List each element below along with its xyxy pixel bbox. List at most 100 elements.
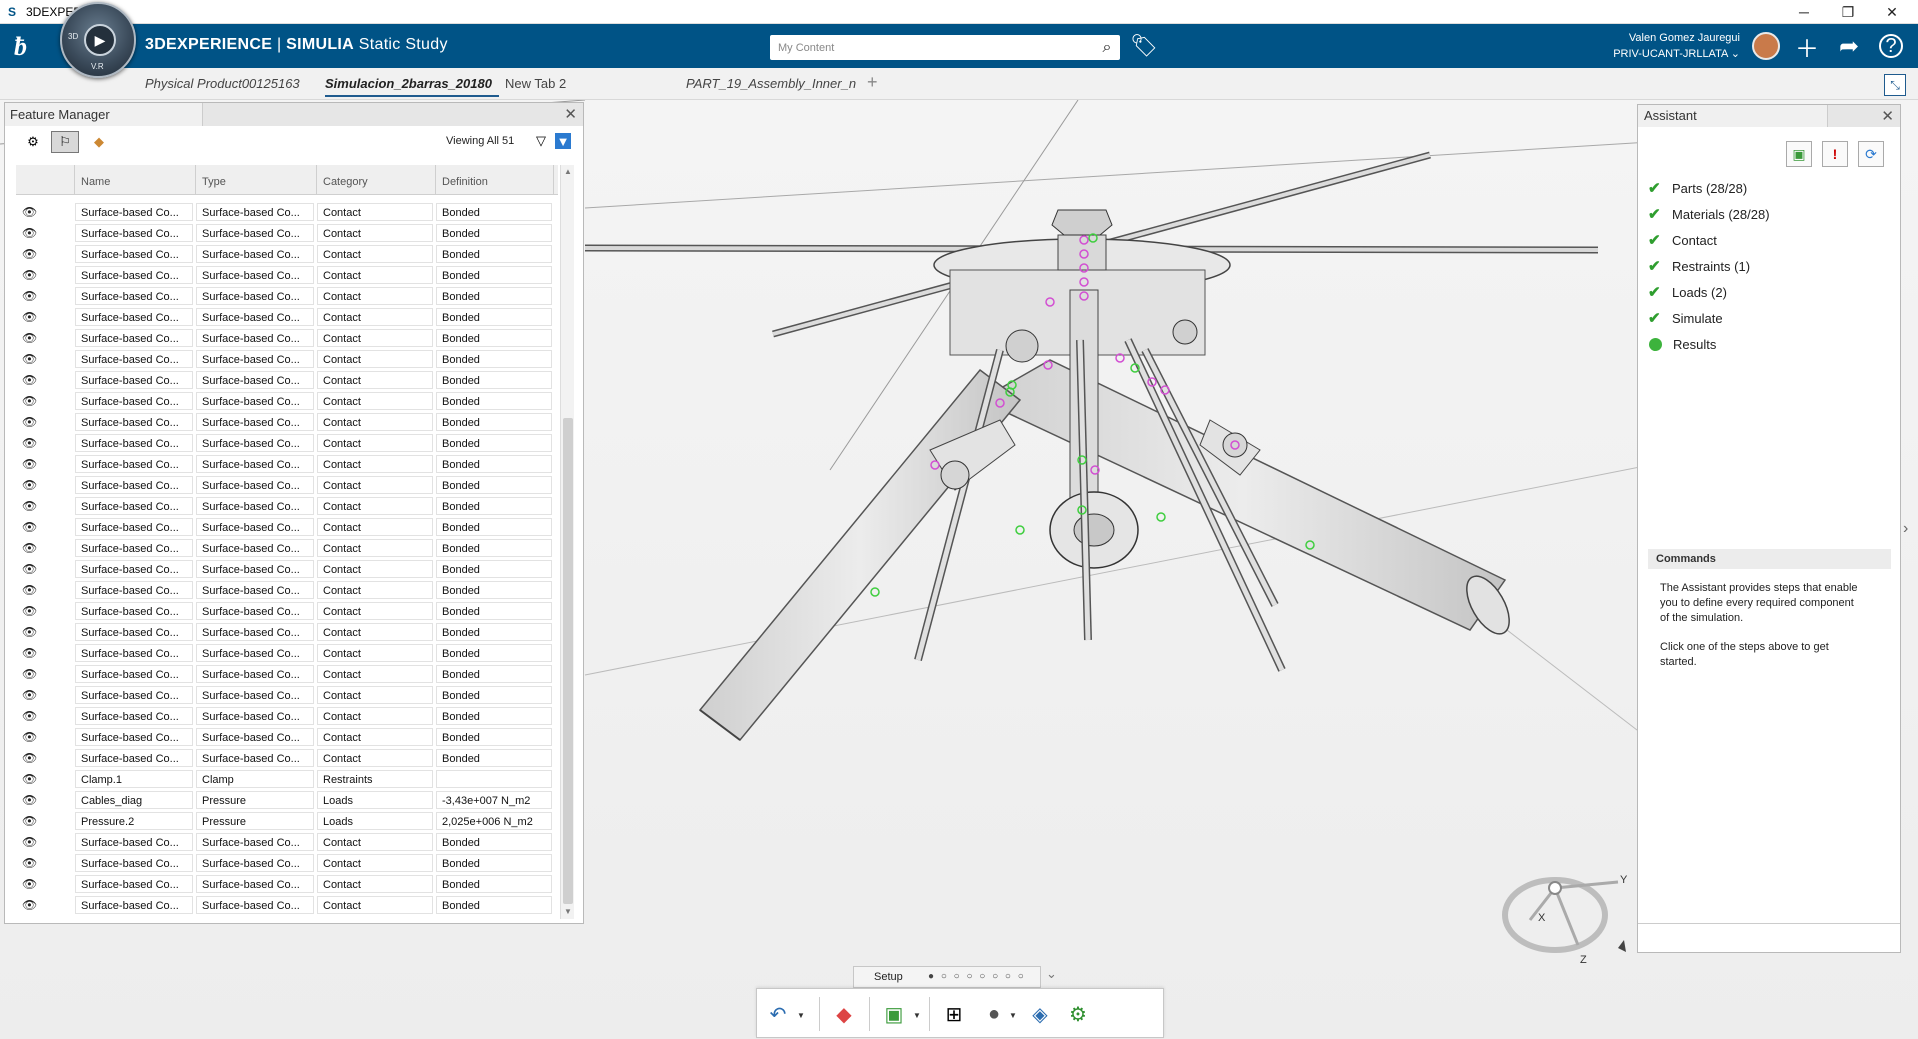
cell-category[interactable]: Contact [317, 244, 433, 263]
close-window-button[interactable]: ✕ [1870, 0, 1914, 24]
table-row[interactable]: 👁︎ Surface-based Co... Surface-based Co...… [16, 264, 558, 285]
assistant-step[interactable]: ✔ Loads (2) [1648, 279, 1770, 305]
cell-type[interactable]: Surface-based Co... [196, 832, 314, 851]
tab-physical-product[interactable]: Physical Product00125163 [145, 76, 311, 91]
cell-type[interactable]: Surface-based Co... [196, 664, 314, 683]
cell-name[interactable]: Surface-based Co... [75, 685, 193, 704]
eye-icon[interactable]: 👁︎ [16, 203, 72, 221]
table-row[interactable]: 👁︎ Surface-based Co... Surface-based Co...… [16, 474, 558, 495]
cell-name[interactable]: Surface-based Co... [75, 517, 193, 536]
cell-definition[interactable]: Bonded [436, 853, 552, 872]
eye-icon[interactable]: 👁︎ [16, 245, 72, 263]
warning-icon[interactable]: ! [1822, 141, 1848, 167]
cell-type[interactable]: Surface-based Co... [196, 496, 314, 515]
scroll-down-icon[interactable]: ▼ [563, 907, 573, 917]
cell-category[interactable]: Contact [317, 433, 433, 452]
table-row[interactable]: 👁︎ Surface-based Co... Surface-based Co...… [16, 369, 558, 390]
minimize-button[interactable]: ─ [1782, 0, 1826, 24]
ds-logo-icon[interactable]: ƀ [14, 32, 48, 61]
cell-definition[interactable]: Bonded [436, 748, 552, 767]
add-tab-icon[interactable]: + [867, 72, 878, 93]
cell-category[interactable]: Loads [317, 811, 433, 830]
tab-new-tab-2[interactable]: New Tab 2 [505, 76, 585, 91]
cell-type[interactable]: Surface-based Co... [196, 748, 314, 767]
cell-category[interactable]: Contact [317, 895, 433, 914]
cell-category[interactable]: Contact [317, 286, 433, 305]
eye-icon[interactable]: 👁︎ [16, 266, 72, 284]
cell-category[interactable]: Contact [317, 454, 433, 473]
cell-name[interactable]: Pressure.2 [75, 811, 193, 830]
feature-view-icon[interactable]: ⚙ [19, 131, 47, 153]
table-row[interactable]: 👁︎ Surface-based Co... Surface-based Co...… [16, 873, 558, 894]
mesh-icon[interactable]: ◈ [1025, 1001, 1055, 1027]
eye-icon[interactable]: 👁︎ [16, 812, 72, 830]
table-row[interactable]: 👁︎ Surface-based Co... Surface-based Co...… [16, 747, 558, 768]
cell-definition[interactable]: -3,43e+007 N_m2 [436, 790, 552, 809]
table-row[interactable]: 👁︎ Clamp.1 Clamp Restraints [16, 768, 558, 789]
table-row[interactable]: 👁︎ Surface-based Co... Surface-based Co...… [16, 705, 558, 726]
cell-category[interactable]: Contact [317, 538, 433, 557]
active-filter-icon[interactable]: ▼ [555, 133, 571, 149]
cell-definition[interactable]: Bonded [436, 832, 552, 851]
eye-icon[interactable]: 👁︎ [16, 392, 72, 410]
eye-icon[interactable]: 👁︎ [16, 854, 72, 872]
cell-category[interactable]: Contact [317, 685, 433, 704]
cell-category[interactable]: Contact [317, 748, 433, 767]
eye-icon[interactable]: 👁︎ [16, 833, 72, 851]
cell-type[interactable]: Clamp [196, 769, 314, 788]
cell-category[interactable]: Contact [317, 853, 433, 872]
cell-category[interactable]: Contact [317, 370, 433, 389]
cell-category[interactable]: Contact [317, 202, 433, 221]
model-icon[interactable]: ◆ [829, 1001, 859, 1027]
eye-icon[interactable]: 👁︎ [16, 686, 72, 704]
cell-type[interactable]: Surface-based Co... [196, 202, 314, 221]
section-selector[interactable]: Setup ● ○ ○ ○ ○ ○ ○ ○ [853, 966, 1041, 988]
cell-definition[interactable]: Bonded [436, 328, 552, 347]
cell-definition[interactable]: Bonded [436, 496, 552, 515]
scrollbar-thumb[interactable] [563, 418, 573, 904]
cell-type[interactable]: Surface-based Co... [196, 580, 314, 599]
cell-type[interactable]: Surface-based Co... [196, 433, 314, 452]
column-header-category[interactable]: Category [317, 165, 436, 194]
feature-filter-view-icon[interactable]: ⚐ [51, 131, 79, 153]
eye-icon[interactable]: 👁︎ [16, 371, 72, 389]
cell-category[interactable]: Contact [317, 643, 433, 662]
cell-definition[interactable]: 2,025e+006 N_m2 [436, 811, 552, 830]
cell-category[interactable]: Contact [317, 601, 433, 620]
table-row[interactable]: 👁︎ Surface-based Co... Surface-based Co...… [16, 537, 558, 558]
cell-type[interactable]: Surface-based Co... [196, 286, 314, 305]
cell-category[interactable]: Contact [317, 223, 433, 242]
eye-icon[interactable]: 👁︎ [16, 434, 72, 452]
cell-name[interactable]: Surface-based Co... [75, 601, 193, 620]
table-row[interactable]: 👁︎ Surface-based Co... Surface-based Co...… [16, 600, 558, 621]
column-header-type[interactable]: Type [196, 165, 317, 194]
cell-name[interactable]: Surface-based Co... [75, 370, 193, 389]
chevron-down-icon[interactable]: ▼ [1009, 1011, 1017, 1020]
cell-type[interactable]: Surface-based Co... [196, 559, 314, 578]
avatar[interactable] [1752, 32, 1780, 60]
cell-category[interactable]: Contact [317, 622, 433, 641]
cell-category[interactable]: Contact [317, 265, 433, 284]
refresh-icon[interactable]: ⟳ [1858, 141, 1884, 167]
cell-name[interactable]: Surface-based Co... [75, 832, 193, 851]
cell-type[interactable]: Surface-based Co... [196, 622, 314, 641]
cell-definition[interactable]: Bonded [436, 664, 552, 683]
cell-type[interactable]: Pressure [196, 790, 314, 809]
eye-icon[interactable]: 👁︎ [16, 896, 72, 914]
eye-icon[interactable]: 👁︎ [16, 518, 72, 536]
undo-icon[interactable]: ↶ [763, 1001, 793, 1027]
cell-name[interactable]: Surface-based Co... [75, 412, 193, 431]
cell-name[interactable]: Surface-based Co... [75, 391, 193, 410]
eye-icon[interactable]: 👁︎ [16, 476, 72, 494]
fullscreen-icon[interactable]: ⤡ [1884, 74, 1906, 96]
user-info[interactable]: Valen Gomez Jauregui PRIV-UCANT-JRLLATA … [1585, 30, 1740, 62]
column-header-name[interactable]: Name [75, 165, 196, 194]
tag-icon[interactable]: 🏷︎ [1130, 33, 1158, 59]
cell-definition[interactable]: Bonded [436, 307, 552, 326]
cell-type[interactable]: Surface-based Co... [196, 538, 314, 557]
table-row[interactable]: 👁︎ Surface-based Co... Surface-based Co...… [16, 327, 558, 348]
cell-type[interactable]: Surface-based Co... [196, 874, 314, 893]
cell-definition[interactable]: Bonded [436, 895, 552, 914]
cell-name[interactable]: Surface-based Co... [75, 853, 193, 872]
cell-definition[interactable]: Bonded [436, 538, 552, 557]
